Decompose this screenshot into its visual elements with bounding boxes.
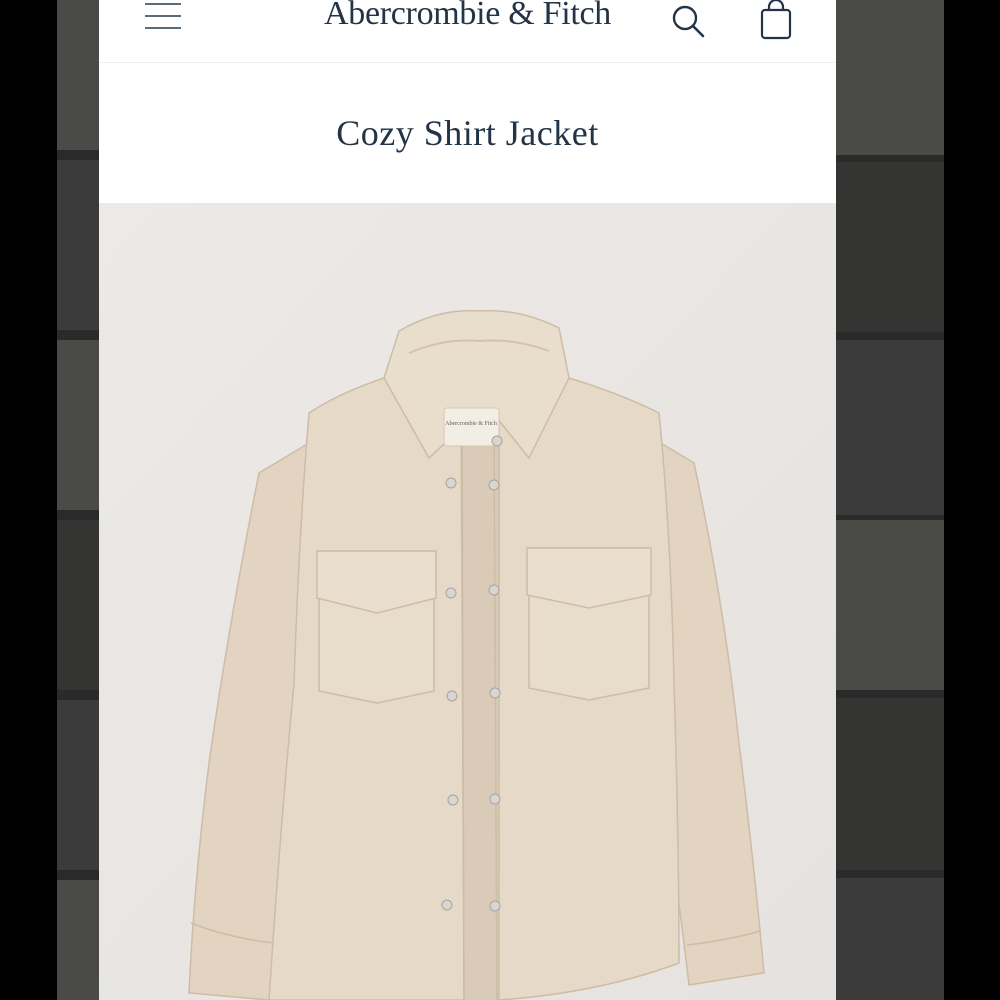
shopping-bag-icon[interactable]	[759, 0, 793, 40]
background-page-right	[836, 0, 944, 1000]
site-header: Abercrombie & Fitch	[99, 0, 836, 63]
search-icon[interactable]	[671, 4, 705, 38]
product-image[interactable]: Abercrombie & Fitch	[99, 203, 836, 1000]
product-page: Abercrombie & Fitch Cozy Shirt Jacket Ab…	[99, 0, 836, 1000]
jacket-tag-text: Abercrombie & Fitch	[445, 421, 497, 427]
screen-edge-right	[944, 0, 1000, 1000]
brand-logo[interactable]: Abercrombie & Fitch	[99, 0, 836, 33]
screen-edge-left	[0, 0, 57, 1000]
background-page-left	[57, 0, 99, 1000]
product-title: Cozy Shirt Jacket	[336, 113, 599, 153]
